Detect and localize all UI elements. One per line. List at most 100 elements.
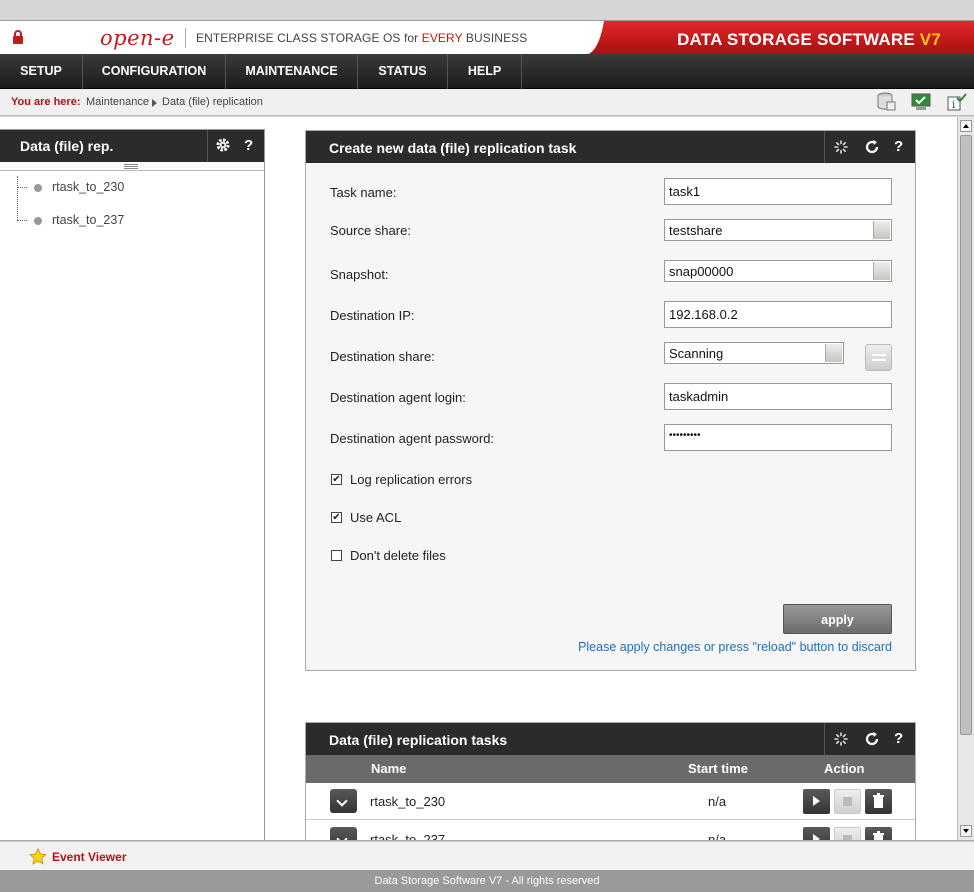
header-separator bbox=[185, 28, 186, 48]
create-task-header: Create new data (file) replication task … bbox=[306, 131, 915, 163]
event-viewer-link[interactable]: Event Viewer bbox=[52, 850, 126, 864]
checkbox-unchecked-icon[interactable] bbox=[331, 550, 342, 562]
dropdown-button[interactable] bbox=[825, 344, 842, 362]
scroll-down-icon[interactable] bbox=[960, 825, 972, 837]
product-name: DATA STORAGE SOFTWARE V7 bbox=[677, 30, 941, 49]
column-name[interactable]: Name bbox=[371, 761, 406, 776]
create-task-panel: Create new data (file) replication task … bbox=[305, 130, 916, 671]
dropdown-button[interactable] bbox=[873, 221, 890, 239]
tree-item-rtask-to-230[interactable]: rtask_to_230 bbox=[34, 180, 124, 194]
trash-icon[interactable] bbox=[865, 789, 892, 814]
reload-icon[interactable] bbox=[864, 731, 880, 747]
tasks-table-header: Name Start time Action bbox=[306, 755, 915, 783]
header-divider bbox=[824, 131, 825, 163]
log-errors-checkbox[interactable]: ✔ Log replication errors bbox=[331, 472, 472, 487]
event-viewer-bar: Event Viewer bbox=[0, 841, 974, 870]
tree-line bbox=[17, 176, 18, 220]
help-icon[interactable]: ? bbox=[244, 137, 253, 154]
left-panel-header: Data (file) rep. ? bbox=[0, 130, 264, 162]
database-icon[interactable] bbox=[875, 92, 897, 112]
task-name: rtask_to_230 bbox=[370, 794, 446, 809]
source-share-label: Source share: bbox=[330, 223, 411, 238]
agent-login-label: Destination agent login: bbox=[330, 390, 466, 405]
svg-text:i: i bbox=[952, 100, 955, 111]
open-e-logo: open-e bbox=[100, 26, 175, 50]
stop-icon[interactable] bbox=[834, 827, 861, 840]
expand-chevron-icon[interactable] bbox=[330, 789, 357, 813]
breadcrumb-label: You are here: bbox=[11, 96, 81, 108]
task-start-time: n/a bbox=[708, 794, 727, 809]
task-status-dot-icon bbox=[34, 216, 42, 225]
breadcrumb: You are here: Maintenance Data (file) re… bbox=[0, 89, 974, 116]
create-task-title: Create new data (file) replication task bbox=[329, 140, 577, 156]
column-start-time[interactable]: Start time bbox=[688, 761, 748, 776]
column-action: Action bbox=[824, 761, 865, 776]
nav-maintenance[interactable]: MAINTENANCE bbox=[226, 54, 358, 89]
task-name-input[interactable]: task1 bbox=[664, 178, 892, 205]
snapshot-select[interactable]: snap00000 bbox=[664, 260, 892, 282]
footer: Data Storage Software V7 - All rights re… bbox=[0, 870, 974, 892]
header-divider bbox=[207, 130, 208, 162]
swap-arrows-icon[interactable] bbox=[865, 344, 892, 371]
table-row: rtask_to_237 n/a bbox=[306, 821, 915, 841]
play-icon[interactable] bbox=[803, 827, 830, 840]
monitor-check-icon[interactable] bbox=[910, 92, 932, 112]
nav-configuration[interactable]: CONFIGURATION bbox=[83, 54, 226, 89]
left-panel-title: Data (file) rep. bbox=[20, 138, 114, 154]
trash-icon[interactable] bbox=[865, 827, 892, 841]
scroll-up-icon[interactable] bbox=[960, 120, 972, 132]
table-row: rtask_to_230 n/a bbox=[306, 783, 915, 820]
task-status-dot-icon bbox=[34, 183, 42, 192]
tagline: ENTERPRISE CLASS STORAGE OS for EVERY BU… bbox=[196, 31, 528, 45]
tree-item-rtask-to-237[interactable]: rtask_to_237 bbox=[34, 213, 124, 227]
task-start-time: n/a bbox=[708, 832, 727, 841]
nav-setup[interactable]: SETUP bbox=[0, 54, 83, 89]
agent-password-input[interactable]: ••••••••• bbox=[664, 424, 892, 451]
nav-help[interactable]: HELP bbox=[448, 54, 522, 89]
gear-icon[interactable] bbox=[215, 137, 231, 153]
snapshot-label: Snapshot: bbox=[330, 267, 389, 282]
play-icon[interactable] bbox=[803, 789, 830, 814]
tasks-header: Data (file) replication tasks ? bbox=[306, 723, 915, 755]
resize-grip[interactable] bbox=[0, 162, 264, 171]
agent-login-input[interactable]: taskadmin bbox=[664, 383, 892, 410]
destination-share-label: Destination share: bbox=[330, 349, 435, 364]
destination-share-select[interactable]: Scanning bbox=[664, 342, 844, 364]
tasks-panel: Data (file) replication tasks ? Name Sta… bbox=[305, 722, 916, 841]
use-acl-checkbox[interactable]: ✔ Use ACL bbox=[331, 510, 401, 525]
task-name: rtask_to_237 bbox=[370, 832, 446, 841]
dropdown-button[interactable] bbox=[873, 262, 890, 280]
agent-password-label: Destination agent password: bbox=[330, 431, 495, 446]
destination-ip-label: Destination IP: bbox=[330, 308, 415, 323]
breadcrumb-maintenance[interactable]: Maintenance bbox=[86, 96, 149, 108]
help-icon[interactable]: ? bbox=[894, 730, 903, 747]
task-name-label: Task name: bbox=[330, 185, 397, 200]
scroll-thumb[interactable] bbox=[960, 135, 972, 735]
header-divider bbox=[824, 723, 825, 755]
destination-ip-input[interactable]: 192.168.0.2 bbox=[664, 301, 892, 328]
tree-branch bbox=[17, 187, 27, 188]
breadcrumb-arrow-icon bbox=[152, 99, 157, 107]
main-content: Data (file) rep. ? rtask_to_230 rtask_to… bbox=[0, 117, 974, 841]
app-header: open-e ENTERPRISE CLASS STORAGE OS for E… bbox=[0, 20, 974, 55]
loading-spinner-icon bbox=[834, 140, 848, 154]
vertical-scrollbar[interactable] bbox=[957, 117, 974, 840]
expand-chevron-icon[interactable] bbox=[330, 827, 357, 840]
help-icon[interactable]: ? bbox=[894, 138, 903, 155]
info-check-icon[interactable]: i bbox=[945, 92, 967, 112]
reload-icon[interactable] bbox=[864, 139, 880, 155]
apply-hint: Please apply changes or press "reload" b… bbox=[578, 640, 892, 654]
checkbox-checked-icon[interactable]: ✔ bbox=[331, 474, 342, 486]
checkbox-checked-icon[interactable]: ✔ bbox=[331, 512, 342, 524]
nav-status[interactable]: STATUS bbox=[358, 54, 448, 89]
star-icon[interactable] bbox=[29, 848, 47, 866]
dont-delete-checkbox[interactable]: Don't delete files bbox=[331, 548, 446, 563]
main-nav: SETUP CONFIGURATION MAINTENANCE STATUS H… bbox=[0, 54, 974, 89]
breadcrumb-current: Data (file) replication bbox=[162, 96, 263, 108]
stop-icon[interactable] bbox=[834, 789, 861, 814]
lock-icon[interactable] bbox=[12, 30, 24, 44]
loading-spinner-icon bbox=[834, 732, 848, 746]
tasks-title: Data (file) replication tasks bbox=[329, 732, 508, 748]
apply-button[interactable]: apply bbox=[783, 604, 892, 634]
source-share-select[interactable]: testshare bbox=[664, 219, 892, 241]
